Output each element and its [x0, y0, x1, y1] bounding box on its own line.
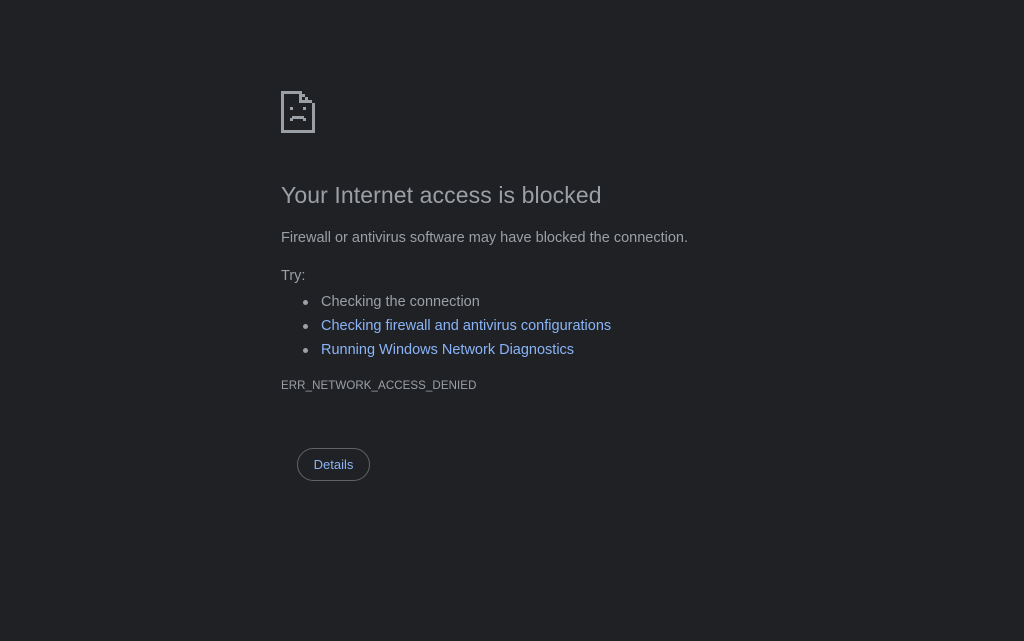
error-title: Your Internet access is blocked — [281, 182, 602, 208]
suggestion-check-connection: Checking the connection — [303, 290, 611, 314]
network-diagnostics-link[interactable]: Running Windows Network Diagnostics — [321, 342, 574, 358]
details-button[interactable]: Details — [297, 448, 370, 481]
suggestion-network-diagnostics: Running Windows Network Diagnostics — [303, 338, 611, 362]
bullet-icon — [303, 324, 308, 329]
check-firewall-link[interactable]: Checking firewall and antivirus configur… — [321, 318, 611, 334]
suggestions-list: Checking the connection Checking firewal… — [281, 290, 611, 362]
sad-document-icon — [281, 91, 315, 133]
suggestion-text: Checking the connection — [321, 294, 480, 310]
bullet-icon — [303, 300, 308, 305]
suggestion-check-firewall: Checking firewall and antivirus configur… — [303, 314, 611, 338]
try-label: Try: — [281, 268, 306, 284]
error-description: Firewall or antivirus software may have … — [281, 230, 688, 246]
error-page: Your Internet access is blocked Firewall… — [0, 0, 1024, 641]
bullet-icon — [303, 348, 308, 353]
error-code: ERR_NETWORK_ACCESS_DENIED — [281, 380, 477, 392]
